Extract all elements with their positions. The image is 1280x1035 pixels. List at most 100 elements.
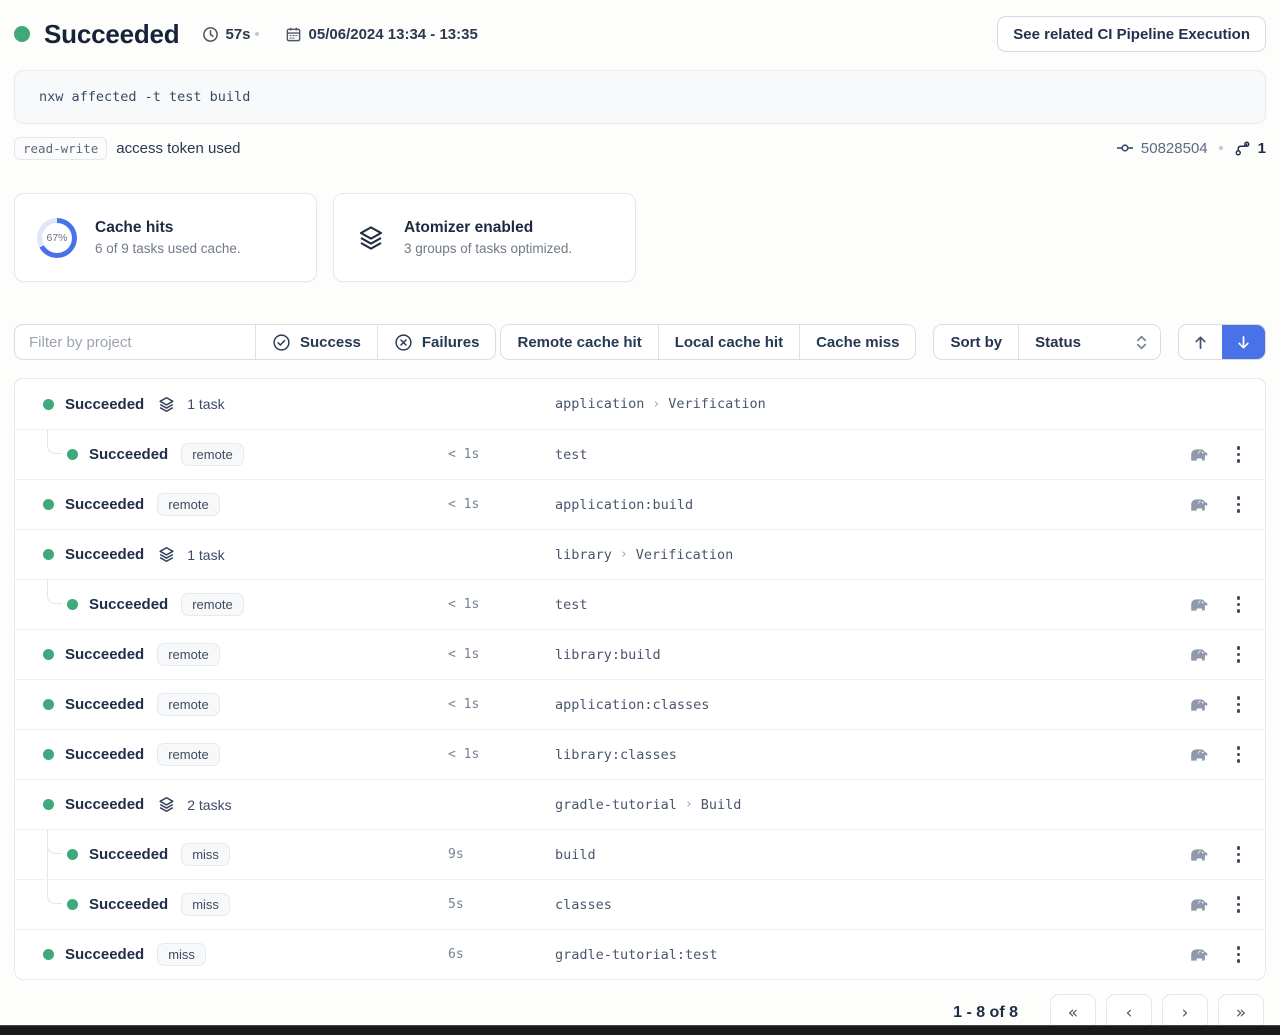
- x-circle-icon: [394, 333, 413, 352]
- filter-failures-toggle[interactable]: Failures: [377, 325, 496, 359]
- target-name: Verification: [636, 547, 734, 563]
- sort-select[interactable]: Status: [1018, 325, 1160, 359]
- kebab-menu-icon[interactable]: [1234, 943, 1244, 966]
- task-list: Succeeded 1 task application › Verificat…: [14, 378, 1266, 980]
- kebab-menu-icon[interactable]: [1234, 443, 1244, 466]
- row-status-dot: [43, 749, 54, 760]
- task-group-row[interactable]: Succeeded 1 task application › Verificat…: [15, 379, 1265, 429]
- task-name: application:build: [555, 497, 1169, 513]
- row-status-dot: [67, 849, 78, 860]
- filter-local-cache-hit[interactable]: Local cache hit: [658, 325, 799, 359]
- gradle-elephant-icon[interactable]: [1188, 446, 1210, 463]
- filter-cache-miss[interactable]: Cache miss: [799, 325, 915, 359]
- task-row[interactable]: Succeeded remote < 1s library:build: [15, 629, 1265, 679]
- kebab-menu-icon[interactable]: [1234, 693, 1244, 716]
- task-duration: 5s: [448, 897, 555, 912]
- cache-donut-label: 67%: [37, 218, 77, 258]
- clock-icon: [202, 26, 219, 43]
- row-status-dot: [67, 599, 78, 610]
- commit-sha[interactable]: 50828504: [1141, 140, 1208, 157]
- run-duration: 57s: [226, 26, 251, 43]
- row-status-label: Succeeded: [65, 546, 144, 563]
- dot-separator: [1219, 146, 1223, 150]
- cache-status-badge: remote: [181, 443, 243, 466]
- filter-success-toggle[interactable]: Success: [255, 325, 377, 359]
- row-status-dot: [43, 399, 54, 410]
- gradle-elephant-icon[interactable]: [1188, 746, 1210, 763]
- cache-status-badge: miss: [181, 843, 230, 866]
- command-text: nxw affected -t test build: [39, 89, 250, 105]
- branch-count: 1: [1258, 140, 1266, 157]
- task-name: classes: [555, 897, 1169, 913]
- layers-icon: [157, 545, 176, 564]
- row-status-label: Succeeded: [65, 696, 144, 713]
- cache-filter-group: Remote cache hit Local cache hit Cache m…: [500, 324, 916, 360]
- sort-selected-value: Status: [1035, 334, 1081, 351]
- gradle-elephant-icon[interactable]: [1188, 496, 1210, 513]
- task-duration: 6s: [448, 947, 555, 962]
- project-filter-input[interactable]: [15, 325, 255, 359]
- tree-connector-line: [47, 830, 48, 880]
- bottom-bar: [0, 1025, 1280, 1035]
- cache-hits-card[interactable]: 67% Cache hits 6 of 9 tasks used cache.: [14, 193, 317, 282]
- sort-ascending-button[interactable]: [1179, 325, 1222, 359]
- row-status-dot: [43, 799, 54, 810]
- task-row[interactable]: Succeeded remote < 1s application:classe…: [15, 679, 1265, 729]
- vcs-info: 50828504 1: [1116, 139, 1266, 157]
- row-status-label: Succeeded: [65, 946, 144, 963]
- cache-status-badge: remote: [157, 493, 219, 516]
- gradle-elephant-icon[interactable]: [1188, 596, 1210, 613]
- cache-status-badge: remote: [157, 643, 219, 666]
- pagination-range-label: 1 - 8 of 8: [953, 1004, 1018, 1022]
- group-task-count: 1 task: [187, 547, 224, 563]
- task-row[interactable]: Succeeded remote < 1s test: [15, 429, 1265, 479]
- task-row[interactable]: Succeeded miss 6s gradle-tutorial:test: [15, 929, 1265, 979]
- sort-descending-button[interactable]: [1222, 325, 1265, 359]
- target-name: Verification: [668, 396, 766, 412]
- group-task-count: 2 tasks: [187, 797, 231, 813]
- layers-icon: [356, 223, 386, 253]
- task-row[interactable]: Succeeded remote < 1s library:classes: [15, 729, 1265, 779]
- task-row[interactable]: Succeeded remote < 1s application:build: [15, 479, 1265, 529]
- group-project-path: gradle-tutorial › Build: [555, 797, 1169, 813]
- page-title: Succeeded: [44, 19, 180, 50]
- filter-failures-label: Failures: [422, 334, 480, 351]
- group-task-count: 1 task: [187, 396, 224, 412]
- git-commit-icon: [1116, 139, 1134, 157]
- kebab-menu-icon[interactable]: [1234, 593, 1244, 616]
- gradle-elephant-icon[interactable]: [1188, 896, 1210, 913]
- row-status-label: Succeeded: [89, 896, 168, 913]
- atomizer-card-subtitle: 3 groups of tasks optimized.: [404, 241, 572, 256]
- row-status-dot: [67, 449, 78, 460]
- task-duration: < 1s: [448, 447, 555, 462]
- kebab-menu-icon[interactable]: [1234, 893, 1244, 916]
- layers-icon: [157, 795, 176, 814]
- kebab-menu-icon[interactable]: [1234, 643, 1244, 666]
- tree-connector: [47, 580, 62, 604]
- kebab-menu-icon[interactable]: [1234, 843, 1244, 866]
- task-row[interactable]: Succeeded miss 5s classes: [15, 879, 1265, 929]
- row-status-dot: [43, 549, 54, 560]
- task-group-row[interactable]: Succeeded 1 task library › Verification: [15, 529, 1265, 579]
- calendar-icon: [285, 26, 302, 43]
- gradle-elephant-icon[interactable]: [1188, 646, 1210, 663]
- gradle-elephant-icon[interactable]: [1188, 846, 1210, 863]
- row-status-label: Succeeded: [89, 596, 168, 613]
- tree-connector: [47, 430, 62, 454]
- filter-remote-cache-hit[interactable]: Remote cache hit: [501, 325, 657, 359]
- task-row[interactable]: Succeeded remote < 1s test: [15, 579, 1265, 629]
- kebab-menu-icon[interactable]: [1234, 743, 1244, 766]
- atomizer-card[interactable]: Atomizer enabled 3 groups of tasks optim…: [333, 193, 636, 282]
- project-name: library: [555, 547, 612, 563]
- task-group-row[interactable]: Succeeded 2 tasks gradle-tutorial › Buil…: [15, 779, 1265, 829]
- task-duration: 9s: [448, 847, 555, 862]
- gradle-elephant-icon[interactable]: [1188, 946, 1210, 963]
- kebab-menu-icon[interactable]: [1234, 493, 1244, 516]
- cache-status-badge: miss: [157, 943, 206, 966]
- filter-success-label: Success: [300, 334, 361, 351]
- related-ci-pipeline-button[interactable]: See related CI Pipeline Execution: [997, 16, 1266, 52]
- task-row[interactable]: Succeeded miss 9s build: [15, 829, 1265, 879]
- sort-by-label: Sort by: [934, 325, 1018, 359]
- project-name: application: [555, 396, 644, 412]
- gradle-elephant-icon[interactable]: [1188, 696, 1210, 713]
